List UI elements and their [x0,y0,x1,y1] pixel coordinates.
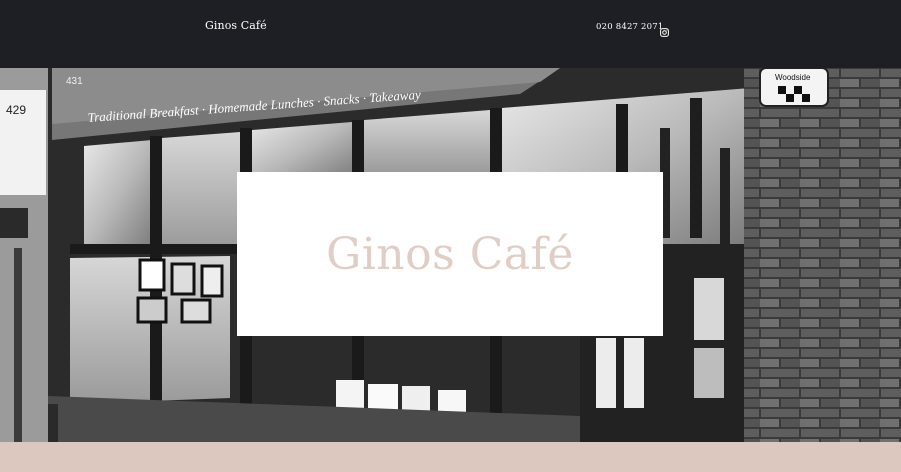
site-brand-link[interactable]: Ginos Café [205,19,267,32]
sign-number: 431 [66,76,83,87]
section-band [0,442,901,472]
instagram-icon[interactable] [660,22,669,37]
neighbor-number: 429 [6,103,26,117]
hero-section: 429 431 Traditional Breakfast · Homemade… [0,68,901,442]
site-header: Ginos Café 020 8427 2071 [0,0,901,68]
photo-badge: Woodside [775,73,811,82]
hero-title: Ginos Café [326,228,574,280]
hero-title-card: Ginos Café [237,172,663,336]
phone-link[interactable]: 020 8427 2071 [596,22,664,32]
